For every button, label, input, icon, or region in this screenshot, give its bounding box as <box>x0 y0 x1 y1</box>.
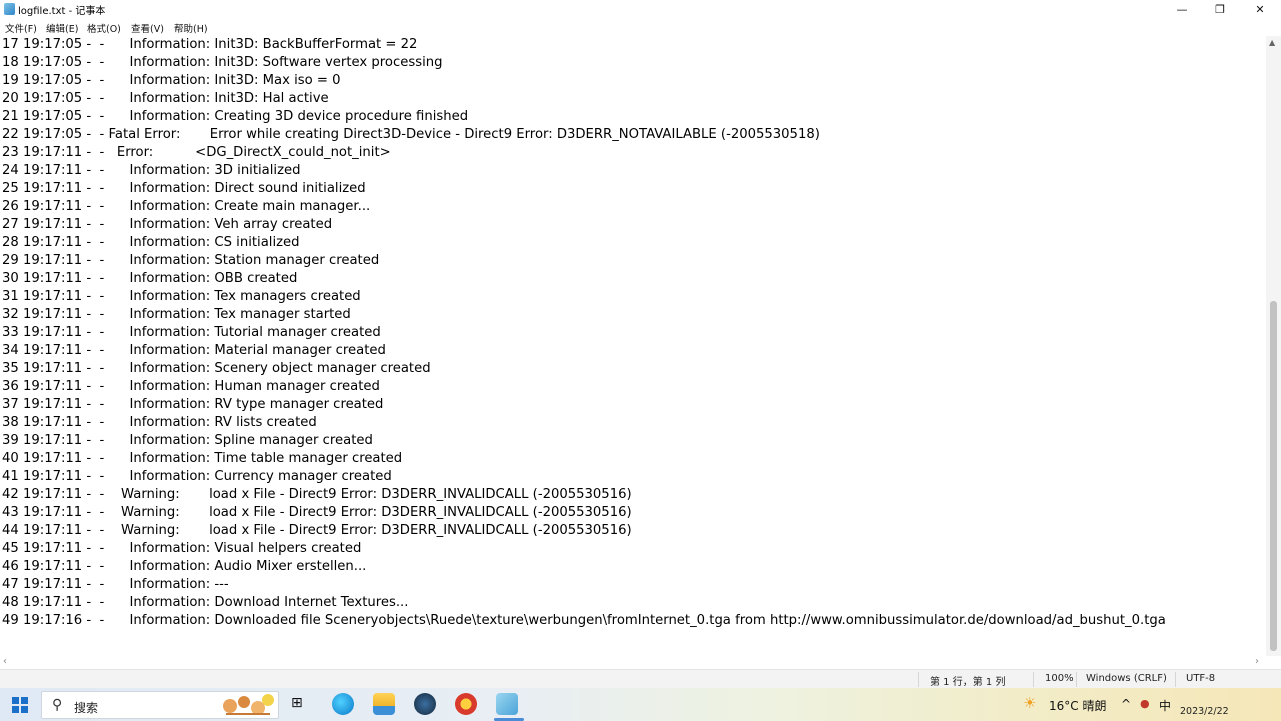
log-line: 38 19:17:11 - - Information: RV lists cr… <box>2 415 317 430</box>
horizontal-scrollbar[interactable]: ‹ › <box>0 656 1266 669</box>
log-line: 49 19:17:16 - - Information: Downloaded … <box>2 613 1166 628</box>
log-line: 25 19:17:11 - - Information: Direct soun… <box>2 181 366 196</box>
scroll-left-icon[interactable]: ‹ <box>3 656 7 667</box>
menu-edit[interactable]: 编辑(E) <box>46 21 78 35</box>
log-line: 17 19:17:05 - - Information: Init3D: Bac… <box>2 37 418 52</box>
window-title: logfile.txt - 记事本 <box>18 6 106 17</box>
search-highlight-art-icon <box>223 694 274 715</box>
log-line: 42 19:17:11 - - Warning: load x File - D… <box>2 487 632 502</box>
status-divider <box>1175 672 1176 687</box>
menu-file[interactable]: 文件(F) <box>5 21 37 35</box>
weather-text[interactable]: 16°C 晴朗 <box>1049 697 1106 714</box>
maximize-button[interactable]: ❐ <box>1200 0 1240 19</box>
text-editor[interactable]: 17 19:17:05 - - Information: Init3D: Bac… <box>0 36 1266 656</box>
cursor-position: 第 1 行，第 1 列 <box>930 677 1006 688</box>
scroll-right-icon[interactable]: › <box>1255 656 1259 667</box>
log-line: 48 19:17:11 - - Information: Download In… <box>2 595 409 610</box>
menu-format[interactable]: 格式(O) <box>87 21 121 35</box>
log-line: 27 19:17:11 - - Information: Veh array c… <box>2 217 333 232</box>
menu-view[interactable]: 查看(V) <box>131 21 164 35</box>
menu-bar: 文件(F) 编辑(E) 格式(O) 查看(V) 帮助(H) <box>0 19 1281 36</box>
log-line: 19 19:17:05 - - Information: Init3D: Max… <box>2 73 341 88</box>
log-line: 30 19:17:11 - - Information: OBB created <box>2 271 298 286</box>
log-line: 41 19:17:11 - - Information: Currency ma… <box>2 469 392 484</box>
status-divider <box>1076 672 1077 687</box>
log-line: 26 19:17:11 - - Information: Create main… <box>2 199 371 214</box>
status-divider <box>1033 672 1034 687</box>
date-text[interactable]: 2023/2/22 <box>1180 706 1229 717</box>
menu-help[interactable]: 帮助(H) <box>174 21 208 35</box>
log-line: 20 19:17:05 - - Information: Init3D: Hal… <box>2 91 329 106</box>
log-line: 31 19:17:11 - - Information: Tex manager… <box>2 289 361 304</box>
search-icon: ⚲ <box>52 697 63 713</box>
file-explorer-icon[interactable] <box>373 693 395 715</box>
log-line: 22 19:17:05 - - Fatal Error: Error while… <box>2 127 820 142</box>
log-line: 34 19:17:11 - - Information: Material ma… <box>2 343 386 358</box>
line-ending: Windows (CRLF) <box>1086 673 1167 684</box>
zoom-level: 100% <box>1045 673 1074 684</box>
log-line: 39 19:17:11 - - Information: Spline mana… <box>2 433 373 448</box>
game-icon[interactable] <box>455 693 477 715</box>
taskbar: ⚲ 搜索 ⊞ ☀ 16°C 晴朗 ^ ● 中 2023/2/22 <box>0 688 1281 721</box>
log-line: 37 19:17:11 - - Information: RV type man… <box>2 397 384 412</box>
taskbar-search-box[interactable]: ⚲ 搜索 <box>41 691 279 719</box>
log-line: 18 19:17:05 - - Information: Init3D: Sof… <box>2 55 443 70</box>
close-button[interactable]: ✕ <box>1240 0 1280 19</box>
windows-start-icon[interactable] <box>12 697 28 713</box>
log-line: 47 19:17:11 - - Information: --- <box>2 577 229 592</box>
task-view-icon[interactable]: ⊞ <box>291 695 303 711</box>
log-line: 33 19:17:11 - - Information: Tutorial ma… <box>2 325 381 340</box>
notepad-icon <box>4 3 15 15</box>
log-line: 21 19:17:05 - - Information: Creating 3D… <box>2 109 469 124</box>
status-divider <box>918 672 919 687</box>
edge-icon[interactable] <box>332 693 354 715</box>
tray-app-icon[interactable]: ● <box>1140 697 1150 710</box>
minimize-button[interactable]: — <box>1162 0 1202 19</box>
weather-icon: ☀ <box>1023 694 1037 712</box>
log-line: 23 19:17:11 - - Error: <DG_DirectX_could… <box>2 145 391 160</box>
log-line: 46 19:17:11 - - Information: Audio Mixer… <box>2 559 367 574</box>
log-line: 36 19:17:11 - - Information: Human manag… <box>2 379 380 394</box>
tray-chevron-icon[interactable]: ^ <box>1121 697 1131 711</box>
log-line: 44 19:17:11 - - Warning: load x File - D… <box>2 523 632 538</box>
status-bar: 第 1 行，第 1 列 100% Windows (CRLF) UTF-8 <box>0 669 1281 689</box>
vertical-scroll-thumb[interactable] <box>1270 301 1277 651</box>
vertical-scrollbar[interactable]: ▲ <box>1266 36 1281 656</box>
log-line: 24 19:17:11 - - Information: 3D initiali… <box>2 163 301 178</box>
steam-icon[interactable] <box>414 693 436 715</box>
log-line: 28 19:17:11 - - Information: CS initiali… <box>2 235 300 250</box>
log-line: 45 19:17:11 - - Information: Visual help… <box>2 541 362 556</box>
log-line: 43 19:17:11 - - Warning: load x File - D… <box>2 505 632 520</box>
notepad-taskbar-icon[interactable] <box>496 693 518 715</box>
title-bar: logfile.txt - 记事本 — ❐ ✕ <box>0 0 1281 19</box>
log-line: 32 19:17:11 - - Information: Tex manager… <box>2 307 351 322</box>
log-line: 29 19:17:11 - - Information: Station man… <box>2 253 380 268</box>
scroll-up-icon[interactable]: ▲ <box>1269 38 1275 47</box>
log-line: 40 19:17:11 - - Information: Time table … <box>2 451 403 466</box>
ime-indicator[interactable]: 中 <box>1159 697 1171 714</box>
encoding: UTF-8 <box>1186 673 1216 684</box>
search-placeholder: 搜索 <box>74 701 99 715</box>
log-line: 35 19:17:11 - - Information: Scenery obj… <box>2 361 431 376</box>
